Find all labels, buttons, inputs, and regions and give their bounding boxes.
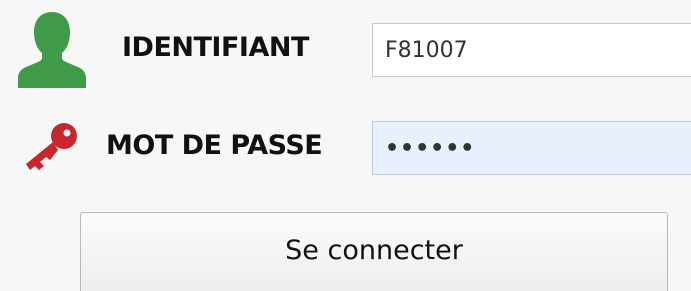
key-icon bbox=[26, 123, 77, 170]
username-label: IDENTIFIANT bbox=[122, 32, 309, 63]
login-form: IDENTIFIANT MOT DE PASSE Se connecter bbox=[0, 0, 691, 291]
user-icon bbox=[18, 12, 86, 88]
connect-button-label: Se connecter bbox=[285, 235, 463, 266]
password-input[interactable] bbox=[372, 121, 691, 175]
password-label: MOT DE PASSE bbox=[106, 130, 323, 161]
username-input[interactable] bbox=[372, 23, 691, 77]
connect-button[interactable]: Se connecter bbox=[80, 212, 668, 291]
